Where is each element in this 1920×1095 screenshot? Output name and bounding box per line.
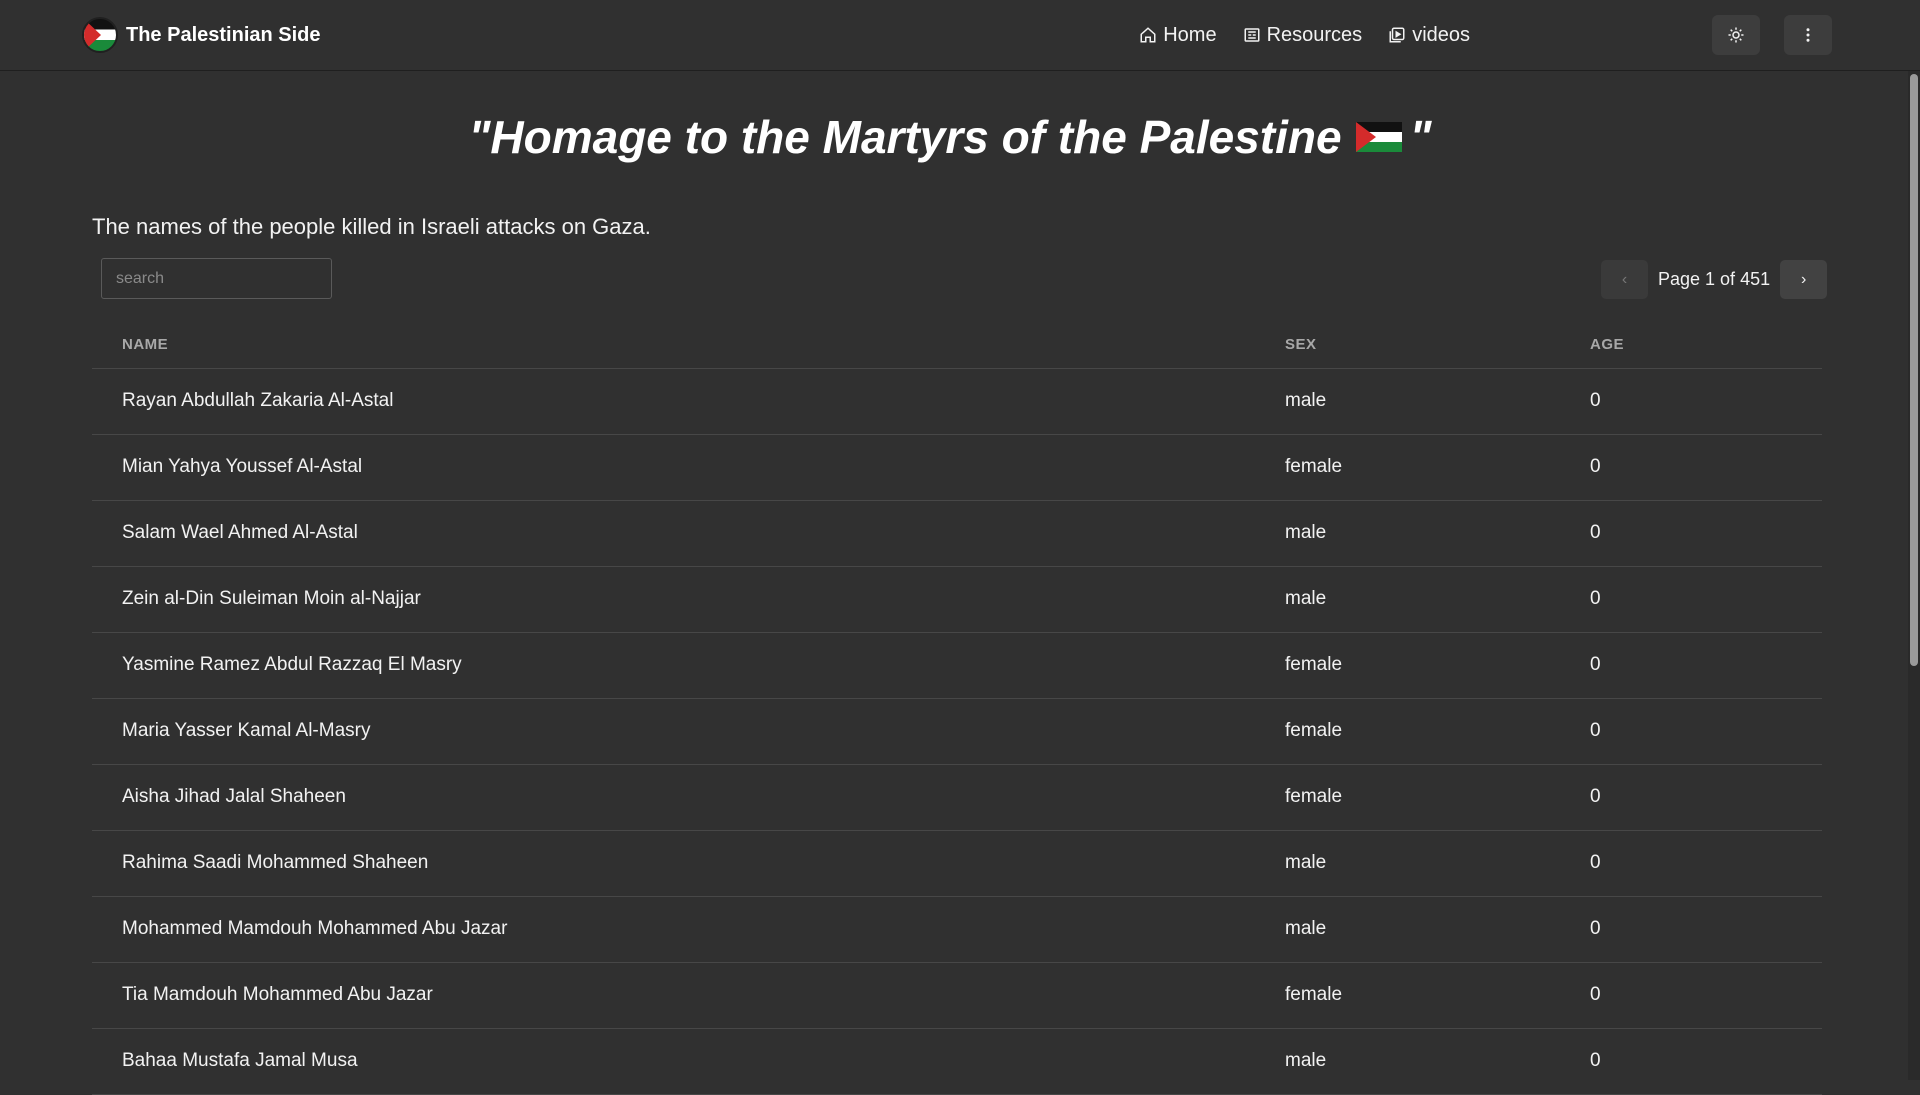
cell-name: Rayan Abdullah Zakaria Al-Astal [92,368,1285,435]
page-subtitle: The names of the people killed in Israel… [92,214,651,239]
cell-name: Bahaa Mustafa Jamal Musa [92,1028,1285,1095]
nav-videos-link[interactable]: videos [1388,24,1470,47]
prev-page-button[interactable]: ‹ [1601,260,1648,299]
nav-home-link[interactable]: Home [1139,23,1217,47]
table-row[interactable]: Mohammed Mamdouh Mohammed Abu Jazar male 0 [92,896,1822,963]
page-title: "Homage to the Martyrs of the Palestine … [0,110,1900,164]
table-row[interactable]: Rayan Abdullah Zakaria Al-Astal male 0 [92,368,1822,435]
cell-sex: male [1285,896,1590,963]
column-header-sex[interactable]: SEX [1285,322,1590,369]
table-row[interactable]: Salam Wael Ahmed Al-Astal male 0 [92,500,1822,567]
cell-age: 0 [1590,632,1822,699]
cell-name: Rahima Saadi Mohammed Shaheen [92,830,1285,897]
cell-sex: female [1285,764,1590,831]
nav-home-label: Home [1163,23,1217,46]
cell-age: 0 [1590,962,1822,1029]
page-title-close-quote: " [1409,111,1432,163]
cell-age: 0 [1590,896,1822,963]
palestine-flag-icon [1355,122,1402,152]
column-header-name[interactable]: NAME [92,322,1285,369]
chevron-left-icon: ‹ [1621,270,1628,288]
home-icon [1140,27,1156,43]
cell-name: Tia Mamdouh Mohammed Abu Jazar [92,962,1285,1029]
page-indicator: Page 1 of 451 [1658,269,1771,289]
cell-sex: female [1285,698,1590,765]
cell-age: 0 [1590,566,1822,633]
chevron-right-icon: › [1800,270,1807,288]
table-row[interactable]: Aisha Jihad Jalal Shaheen female 0 [92,764,1822,831]
cell-sex: female [1285,434,1590,501]
nav-links: Home Resources videos [1139,16,1470,54]
cell-age: 0 [1590,698,1822,765]
brand-name: The Palestinian Side [126,23,321,46]
more-menu-button[interactable] [1784,15,1832,55]
cell-name: Aisha Jihad Jalal Shaheen [92,764,1285,831]
table-row[interactable]: Bahaa Mustafa Jamal Musa male 0 [92,1028,1822,1095]
search-input[interactable] [101,258,332,299]
next-page-button[interactable]: › [1780,260,1828,299]
nav-resources-label: Resources [1266,23,1363,46]
vertical-dots-icon [1806,28,1810,42]
pagination: ‹ Page 1 of 451 › [1601,260,1828,299]
cell-name: Maria Yasser Kamal Al-Masry [92,698,1285,765]
table-header-row: NAME SEX AGE [92,322,1822,369]
cell-sex: male [1285,830,1590,897]
cell-name: Mian Yahya Youssef Al-Astal [92,434,1285,501]
cell-name: Mohammed Mamdouh Mohammed Abu Jazar [92,896,1285,963]
cell-age: 0 [1590,830,1822,897]
table-body: Rayan Abdullah Zakaria Al-Astal male 0 Mian… [92,368,1822,1095]
nav-videos-label: videos [1412,23,1470,46]
top-navbar: The Palestinian Side Home Resources vide… [0,0,1920,71]
cell-sex: male [1285,500,1590,567]
cell-age: 0 [1590,764,1822,831]
cell-sex: female [1285,632,1590,699]
cell-sex: female [1285,962,1590,1029]
scrollbar-thumb[interactable] [1910,74,1918,666]
page-title-text: "Homage to the Martyrs of the Palestine [468,111,1342,163]
nav-resources-link[interactable]: Resources [1243,23,1363,47]
cell-age: 0 [1590,500,1822,567]
table-row[interactable]: Tia Mamdouh Mohammed Abu Jazar female 0 [92,962,1822,1029]
column-header-age[interactable]: AGE [1590,322,1822,369]
brand-link[interactable]: The Palestinian Side [82,16,321,54]
cell-sex: male [1285,368,1590,435]
cell-sex: male [1285,566,1590,633]
victims-table: NAME SEX AGE Rayan Abdullah Zakaria Al-A… [92,322,1822,1095]
table-row[interactable]: Maria Yasser Kamal Al-Masry female 0 [92,698,1822,765]
cell-age: 0 [1590,1028,1822,1095]
table-row[interactable]: Rahima Saadi Mohammed Shaheen male 0 [92,830,1822,897]
palestine-flag-icon [82,17,118,53]
cell-name: Yasmine Ramez Abdul Razzaq El Masry [92,632,1285,699]
table-row[interactable]: Mian Yahya Youssef Al-Astal female 0 [92,434,1822,501]
table-row[interactable]: Zein al-Din Suleiman Moin al-Najjar male 0 [92,566,1822,633]
cell-age: 0 [1590,434,1822,501]
cell-age: 0 [1590,368,1822,435]
theme-toggle-button[interactable] [1712,15,1760,55]
cell-name: Zein al-Din Suleiman Moin al-Najjar [92,566,1285,633]
video-icon [1389,27,1405,43]
cell-name: Salam Wael Ahmed Al-Astal [92,500,1285,567]
cell-sex: male [1285,1028,1590,1095]
table-row[interactable]: Yasmine Ramez Abdul Razzaq El Masry femal… [92,632,1822,699]
sun-icon [1728,27,1744,43]
newspaper-icon [1244,28,1260,42]
